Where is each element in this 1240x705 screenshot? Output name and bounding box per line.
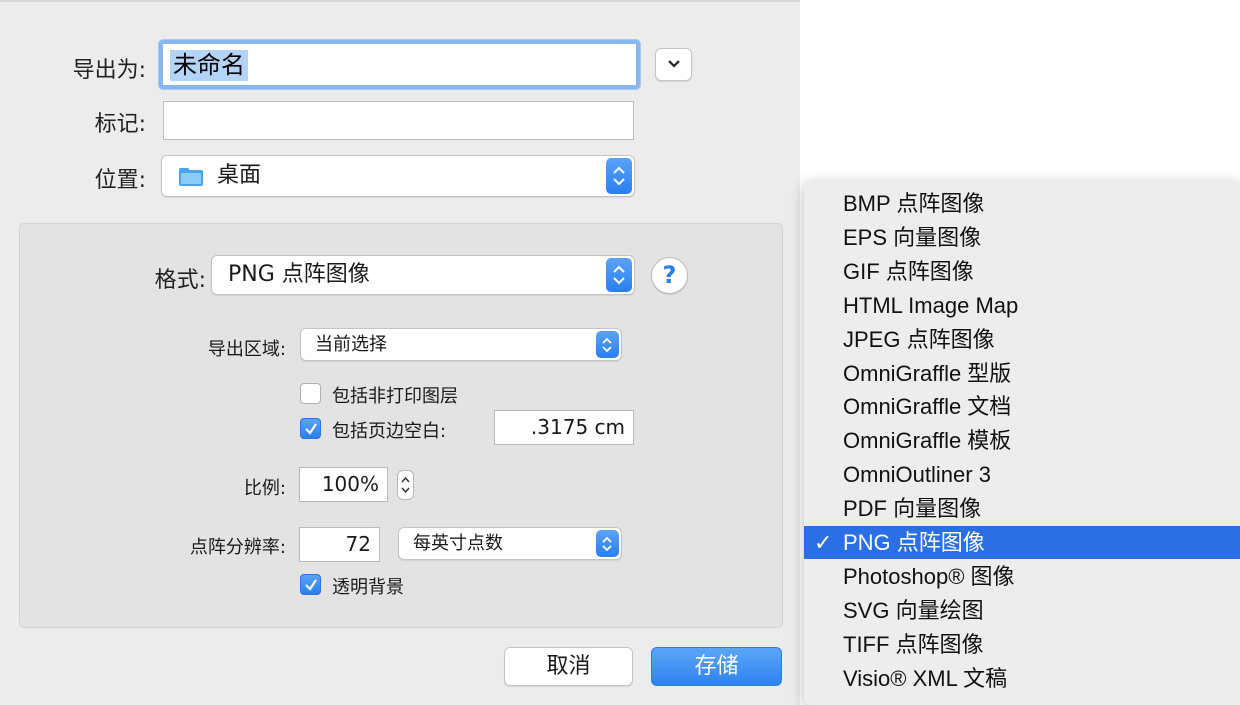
menu-item[interactable]: JPEG 点阵图像	[804, 323, 1240, 356]
format-label: 格式:	[154, 268, 206, 293]
margin-input[interactable]: .3175 cm	[494, 410, 634, 445]
menu-item-label: SVG 向量绘图	[843, 597, 984, 623]
format-value: PNG 点阵图像	[228, 262, 370, 287]
transparent-bg-checkbox[interactable]	[300, 574, 321, 595]
menu-item[interactable]: GIF 点阵图像	[804, 255, 1240, 288]
menu-item[interactable]: SVG 向量绘图	[804, 594, 1240, 627]
export-area-popup[interactable]: 当前选择	[300, 328, 622, 361]
export-name-input[interactable]: 未命名	[159, 40, 640, 89]
include-margin-checkbox[interactable]	[300, 418, 321, 439]
save-button[interactable]: 存储	[651, 647, 782, 686]
export-dialog: 导出为: 未命名 标记: 位置: 桌面 格式: PNG 点阵图像 ? 导出区域:…	[0, 0, 800, 705]
up-down-chevron-icon	[613, 265, 625, 285]
menu-item-label: BMP 点阵图像	[843, 191, 985, 216]
menu-item-label: OmniGraffle 文档	[843, 394, 1012, 420]
menu-item-label: PDF 向量图像	[843, 496, 982, 522]
menu-item-label: GIF 点阵图像	[843, 258, 974, 284]
include-nonprint-label: 包括非打印图层	[332, 386, 458, 407]
menu-item-label: PNG 点阵图像	[843, 530, 985, 555]
checkmark-icon	[305, 579, 317, 591]
help-button[interactable]: ?	[651, 257, 688, 294]
export-area-value: 当前选择	[315, 334, 387, 355]
dialog-top-edge	[0, 0, 800, 2]
menu-item[interactable]: OmniGraffle 型版	[804, 357, 1240, 390]
folder-icon	[179, 168, 203, 186]
resolution-unit-value: 每英寸点数	[413, 533, 503, 554]
menu-item[interactable]: PDF 向量图像	[804, 492, 1240, 525]
include-nonprint-checkbox[interactable]	[300, 383, 321, 404]
location-label: 位置:	[94, 168, 146, 193]
cancel-button[interactable]: 取消	[504, 647, 633, 686]
menu-item[interactable]: OmniOutliner 3	[804, 458, 1240, 491]
menu-item[interactable]: OmniGraffle 文档	[804, 390, 1240, 423]
format-stepper	[606, 258, 632, 292]
include-margin-label: 包括页边空白:	[332, 421, 447, 442]
resolution-input[interactable]: 72	[299, 527, 380, 562]
location-popup[interactable]: 桌面	[161, 155, 635, 197]
menu-item[interactable]: EPS 向量图像	[804, 221, 1240, 254]
scale-stepper[interactable]	[397, 470, 414, 500]
up-down-chevron-icon	[401, 476, 410, 494]
scale-label: 比例:	[243, 478, 286, 499]
menu-item[interactable]: Photoshop® 图像	[804, 560, 1240, 593]
resolution-unit-stepper	[596, 530, 619, 557]
tags-label: 标记:	[94, 112, 146, 137]
resolution-unit-popup[interactable]: 每英寸点数	[398, 527, 622, 560]
chevron-down-icon	[668, 60, 680, 68]
location-stepper	[606, 158, 632, 194]
menu-item-label: OmniGraffle 模板	[843, 428, 1012, 454]
menu-item[interactable]: HTML Image Map	[804, 289, 1240, 322]
format-popup[interactable]: PNG 点阵图像	[211, 255, 635, 295]
menu-item[interactable]: BMP 点阵图像	[804, 187, 1240, 220]
up-down-chevron-icon	[602, 337, 612, 353]
up-down-chevron-icon	[602, 536, 612, 552]
scale-input[interactable]: 100%	[299, 467, 388, 502]
export-area-label: 导出区域:	[207, 339, 286, 360]
checkmark-icon: ✓	[814, 530, 833, 555]
menu-item[interactable]: TIFF 点阵图像	[804, 628, 1240, 661]
location-value: 桌面	[217, 163, 262, 188]
checkmark-icon	[305, 423, 317, 435]
menu-item-label: Visio® XML 文稿	[843, 665, 1008, 691]
transparent-bg-label: 透明背景	[332, 577, 404, 598]
expand-dialog-button[interactable]	[655, 48, 692, 81]
menu-item-label: EPS 向量图像	[843, 224, 982, 250]
export-name-value[interactable]: 未命名	[170, 50, 248, 81]
menu-item[interactable]: Visio® XML 文稿	[804, 662, 1240, 695]
tags-input[interactable]	[163, 101, 634, 140]
menu-item-label: HTML Image Map	[843, 292, 1019, 318]
menu-item[interactable]: OmniGraffle 模板	[804, 424, 1240, 457]
format-dropdown-menu: BMP 点阵图像 EPS 向量图像 GIF 点阵图像 HTML Image Map JP…	[804, 181, 1240, 705]
menu-item-label: OmniOutliner 3	[843, 462, 991, 488]
up-down-chevron-icon	[613, 166, 625, 186]
export-area-stepper	[596, 331, 619, 358]
menu-item-label: TIFF 点阵图像	[843, 631, 984, 657]
export-as-label: 导出为:	[72, 58, 146, 83]
menu-item-label: Photoshop® 图像	[843, 563, 1015, 589]
resolution-label: 点阵分辨率:	[189, 537, 286, 558]
menu-item-label: JPEG 点阵图像	[843, 326, 995, 352]
menu-item-label: OmniGraffle 型版	[843, 360, 1012, 386]
menu-item-selected[interactable]: ✓ PNG 点阵图像	[804, 526, 1240, 559]
